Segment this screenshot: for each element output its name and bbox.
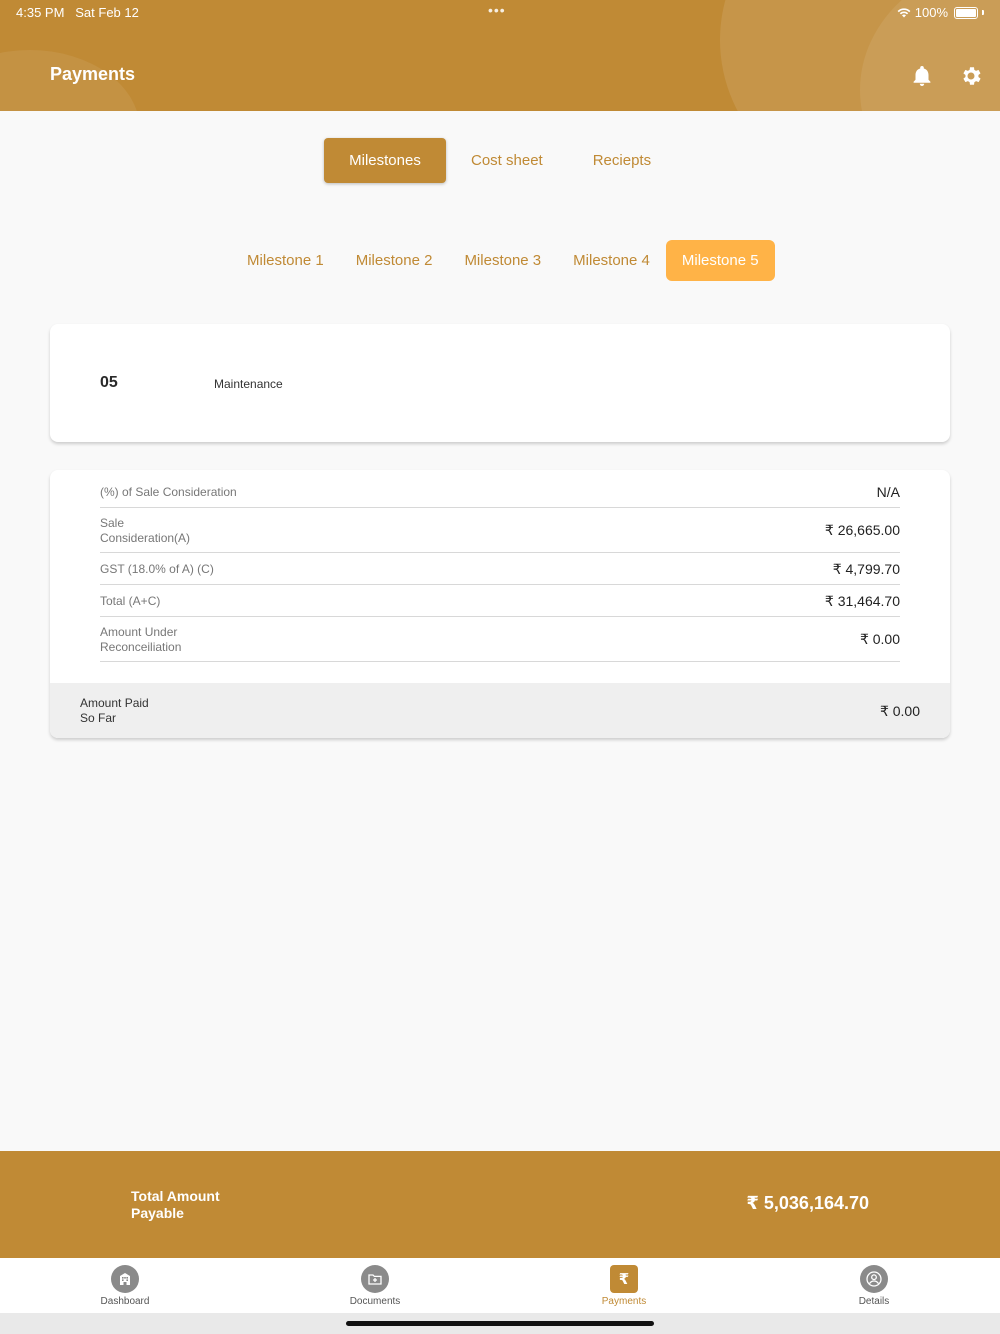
- bell-icon[interactable]: [910, 64, 934, 88]
- nav-label: Payments: [601, 1296, 647, 1307]
- sale-consideration-value: ₹ 26,665.00: [824, 522, 900, 538]
- folder-icon: [361, 1265, 389, 1293]
- total-payable-bar: Total Amount Payable ₹ 5,036,164.70: [0, 1151, 1000, 1258]
- total-payable-label-line2: Payable: [131, 1205, 184, 1221]
- battery-icon: [954, 6, 978, 19]
- status-clock: 4:35 PM: [16, 5, 65, 20]
- building-icon: [111, 1265, 139, 1293]
- nav-label: Details: [858, 1296, 890, 1307]
- tab-milestone-5[interactable]: Milestone 5: [665, 240, 775, 281]
- nav-details[interactable]: Details: [814, 1265, 934, 1307]
- payment-section-tabs: Milestones Cost sheet Reciepts: [324, 138, 676, 183]
- tab-milestone-3[interactable]: Milestone 3: [448, 240, 557, 281]
- rupee-icon: ₹: [610, 1265, 638, 1293]
- gear-icon[interactable]: [959, 64, 983, 88]
- detail-row-sale-consideration: Sale Consideration(A) ₹ 26,665.00: [100, 508, 900, 553]
- home-indicator[interactable]: [346, 1321, 654, 1326]
- reconciliation-label-line1: Amount Under: [100, 625, 178, 639]
- page-title: Payments: [50, 64, 136, 84]
- tab-reciepts[interactable]: Reciepts: [568, 138, 676, 183]
- detail-row-total: Total (A+C) ₹ 31,464.70: [100, 585, 900, 617]
- milestone-number: 05: [100, 374, 118, 391]
- app-header: 4:35 PM Sat Feb 12 ••• 100% Payments: [0, 0, 1000, 111]
- tab-milestones[interactable]: Milestones: [324, 138, 446, 183]
- nav-payments[interactable]: ₹ Payments: [564, 1265, 684, 1307]
- nav-label: Dashboard: [100, 1296, 150, 1307]
- total-payable-label-line1: Total Amount: [131, 1188, 220, 1204]
- reconciliation-value: ₹ 0.00: [859, 631, 900, 647]
- amount-paid-row: Amount Paid So Far ₹ 0.00: [50, 683, 950, 738]
- detail-row-sale-percent: (%) of Sale Consideration N/A: [100, 470, 900, 508]
- amount-paid-label-line1: Amount Paid: [80, 696, 149, 710]
- amount-paid-label: Amount Paid So Far: [80, 696, 149, 726]
- amount-paid-value: ₹ 0.00: [879, 703, 920, 719]
- multitasking-dots[interactable]: •••: [488, 2, 506, 18]
- status-date: Sat Feb 12: [75, 5, 139, 20]
- user-icon: [860, 1265, 888, 1293]
- battery-tip: [982, 10, 984, 15]
- milestone-summary-card: 05 Maintenance: [50, 324, 950, 442]
- reconciliation-label-line2: Reconceiliation: [100, 640, 182, 654]
- total-payable-value: ₹ 5,036,164.70: [746, 1193, 869, 1213]
- sale-percent-value: N/A: [876, 484, 900, 500]
- status-time: 4:35 PM Sat Feb 12: [16, 5, 139, 20]
- total-label: Total (A+C): [100, 594, 161, 608]
- rupee-glyph: ₹: [618, 1270, 630, 1288]
- building-icon-glyph: [120, 1273, 130, 1285]
- sale-consideration-label-line2: Consideration(A): [100, 531, 191, 545]
- gst-label: GST (18.0% of A) (C): [100, 562, 214, 576]
- status-right: 100%: [897, 5, 984, 20]
- tab-cost-sheet[interactable]: Cost sheet: [446, 138, 568, 183]
- folder-icon-glyph: [368, 1274, 382, 1285]
- tab-milestone-2[interactable]: Milestone 2: [340, 240, 449, 281]
- gst-value: ₹ 4,799.70: [832, 561, 900, 577]
- user-icon-glyph: [866, 1271, 882, 1287]
- nav-label: Documents: [349, 1296, 401, 1307]
- detail-row-gst: GST (18.0% of A) (C) ₹ 4,799.70: [100, 553, 900, 585]
- sale-consideration-label: Sale Consideration(A): [100, 516, 190, 546]
- nav-dashboard[interactable]: Dashboard: [65, 1265, 185, 1307]
- sale-percent-label: (%) of Sale Consideration: [100, 485, 237, 499]
- nav-documents[interactable]: Documents: [315, 1265, 435, 1307]
- reconciliation-label: Amount Under Reconceiliation: [100, 625, 181, 655]
- amount-paid-label-line2: So Far: [80, 711, 117, 725]
- tab-milestone-1[interactable]: Milestone 1: [231, 240, 340, 281]
- sale-consideration-label-line1: Sale: [100, 516, 125, 530]
- status-bar: 4:35 PM Sat Feb 12 ••• 100%: [0, 0, 1000, 24]
- milestone-tabs: Milestone 1 Milestone 2 Milestone 3 Mile…: [231, 240, 775, 281]
- milestone-name: Maintenance: [214, 377, 283, 391]
- tab-milestone-4[interactable]: Milestone 4: [557, 240, 666, 281]
- total-value: ₹ 31,464.70: [824, 593, 900, 609]
- detail-row-reconciliation: Amount Under Reconceiliation ₹ 0.00: [100, 617, 900, 662]
- total-payable-label: Total Amount Payable: [131, 1188, 220, 1222]
- wifi-icon: [897, 8, 911, 18]
- milestone-detail-card: (%) of Sale Consideration N/A Sale Consi…: [50, 470, 950, 738]
- battery-percent: 100%: [914, 5, 948, 20]
